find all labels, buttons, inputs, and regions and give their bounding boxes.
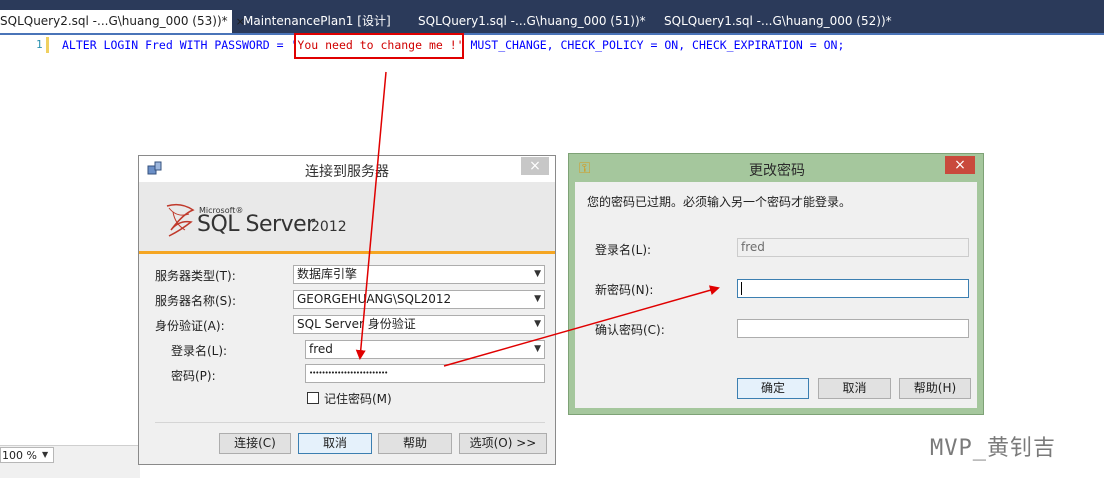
tab-sqlquery2[interactable]: SQLQuery2.sql -...G\huang_000 (53))* × <box>0 10 245 33</box>
selected-value: SQL Server 身份验证 <box>297 317 416 331</box>
server-type-label: 服务器类型(T): <box>155 269 236 283</box>
auth-label: 身份验证(A): <box>155 319 225 333</box>
login-label: 登录名(L): <box>171 344 228 358</box>
tab-sqlquery1-52[interactable]: SQLQuery1.sql -...G\huang_000 (52))* <box>664 10 892 33</box>
dialog-title: 连接到服务器 <box>305 164 389 180</box>
dialog-title: 更改密码 <box>749 163 805 179</box>
server-name-label: 服务器名称(S): <box>155 294 237 308</box>
brand-version: 2012 <box>311 219 347 235</box>
banner-accent-line <box>139 251 555 254</box>
watermark: MVP_黄钊吉 <box>930 436 1056 461</box>
document-tab-strip: SQLQuery2.sql -...G\huang_000 (53))* × Ma… <box>0 0 1104 35</box>
selected-value: fred <box>309 342 333 356</box>
close-button[interactable]: × <box>521 157 549 175</box>
help-button[interactable]: 帮助 <box>378 433 452 454</box>
cancel-button[interactable]: 取消 <box>818 378 891 399</box>
chevron-down-icon: ▼ <box>534 319 541 329</box>
server-name-select[interactable]: GEORGEHUANG\SQL2012 ▼ <box>293 290 545 309</box>
code-options: MUST_CHANGE, CHECK_POLICY = ON, CHECK_EX… <box>463 38 845 52</box>
chevron-down-icon: ▼ <box>534 269 541 279</box>
selected-value: GEORGEHUANG\SQL2012 <box>297 292 452 306</box>
new-password-input[interactable] <box>737 279 969 298</box>
remember-password-checkbox[interactable] <box>307 392 319 404</box>
login-select[interactable]: fred ▼ <box>305 340 545 359</box>
password-label: 密码(P): <box>171 369 216 383</box>
selected-value: 数据库引擎 <box>297 267 358 281</box>
ok-button[interactable]: 确定 <box>737 378 809 399</box>
tab-label: MaintenancePlan1 [设计] <box>243 14 391 28</box>
dialog-body: 您的密码已过期。必须输入另一个密码才能登录。 登录名(L): fred 新密码(… <box>575 182 977 408</box>
annotation-highlight-box <box>294 33 464 59</box>
chevron-down-icon: ▼ <box>534 294 541 304</box>
auth-select[interactable]: SQL Server 身份验证 ▼ <box>293 315 545 334</box>
divider <box>155 422 545 423</box>
password-input[interactable]: ••••••••••••••••••••••••• <box>305 364 545 383</box>
code-keywords: ALTER LOGIN Fred WITH PASSWORD = ' <box>62 38 298 52</box>
cancel-button[interactable]: 取消 <box>298 433 372 454</box>
text-caret <box>741 282 742 295</box>
help-button[interactable]: 帮助(H) <box>899 378 971 399</box>
tab-label: SQLQuery2.sql -...G\huang_000 (53))* <box>0 14 228 28</box>
tab-maintenance-plan[interactable]: MaintenancePlan1 [设计] <box>243 10 391 33</box>
close-button[interactable]: × <box>945 156 975 174</box>
server-type-select[interactable]: 数据库引擎 ▼ <box>293 265 545 284</box>
confirm-password-label: 确认密码(C): <box>595 323 665 337</box>
tab-sqlquery1-51[interactable]: SQLQuery1.sql -...G\huang_000 (51))* <box>418 10 646 33</box>
tab-label: SQLQuery1.sql -...G\huang_000 (52))* <box>664 14 892 28</box>
chevron-down-icon: ▼ <box>534 344 541 354</box>
line-number: 1 <box>36 38 43 51</box>
new-password-label: 新密码(N): <box>595 283 654 297</box>
confirm-password-input[interactable] <box>737 319 969 338</box>
expired-message: 您的密码已过期。必须输入另一个密码才能登录。 <box>587 195 852 209</box>
remember-password-label: 记住密码(M) <box>324 392 392 406</box>
login-field: fred <box>737 238 969 257</box>
chevron-down-icon[interactable]: ▼ <box>42 450 48 459</box>
sql-server-logo-icon <box>166 203 195 237</box>
change-password-dialog: ⚿ 更改密码 × 您的密码已过期。必须输入另一个密码才能登录。 登录名(L): … <box>568 153 984 415</box>
change-marker <box>46 37 49 53</box>
brand-product: SQL Server <box>197 212 315 237</box>
options-button[interactable]: 选项(O) >> <box>459 433 547 454</box>
tab-label: SQLQuery1.sql -...G\huang_000 (51))* <box>418 14 646 28</box>
connect-dialog: 连接到服务器 × Microsoft® SQL Server 2012 服务器类… <box>138 155 556 465</box>
connect-button[interactable]: 连接(C) <box>219 433 291 454</box>
login-label: 登录名(L): <box>595 243 652 257</box>
